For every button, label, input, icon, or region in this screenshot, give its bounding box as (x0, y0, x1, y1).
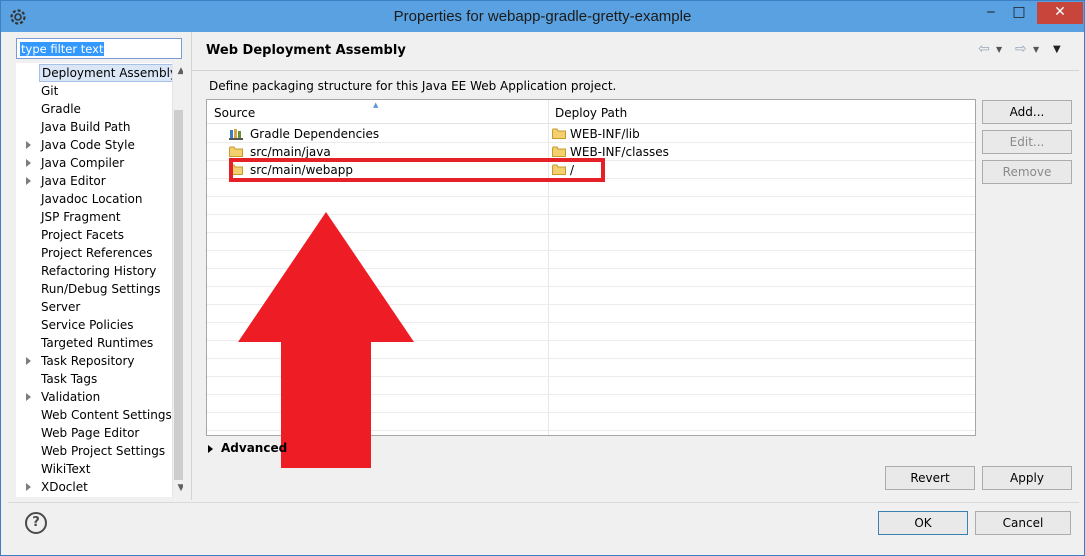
tree-item-label: Java Compiler (41, 156, 125, 170)
table-header: Source ▲ Deploy Path (207, 100, 975, 124)
tree-item-label: Gradle (41, 102, 81, 116)
revert-button[interactable]: Revert (885, 466, 975, 490)
edit-button[interactable]: Edit... (982, 130, 1072, 154)
tree-item-label: Refactoring History (41, 264, 157, 278)
view-menu-icon[interactable]: ▼ (1053, 44, 1061, 55)
tree-item-label: Java Build Path (41, 120, 131, 134)
expand-arrow-icon[interactable] (26, 357, 31, 365)
tree-item-label: Service Policies (41, 318, 134, 332)
ok-button[interactable]: OK (878, 511, 968, 535)
deploy-path-cell: WEB-INF/lib (570, 127, 640, 141)
scroll-down-icon[interactable]: ▼ (174, 480, 183, 497)
expand-triangle-icon[interactable] (208, 445, 213, 453)
tree-item-label: Web Content Settings (41, 408, 172, 422)
footer-divider (8, 502, 1079, 503)
forward-arrow-icon[interactable]: ⇨ (1015, 41, 1027, 57)
close-button[interactable]: ✕ (1037, 2, 1083, 24)
minimize-button[interactable]: ‒ (977, 2, 1005, 24)
tree-item-label: Server (41, 300, 81, 314)
sort-ascending-icon: ▲ (373, 101, 379, 109)
forward-menu-chevron-icon[interactable]: ▼ (1033, 45, 1039, 54)
table-row[interactable]: Gradle Dependencies WEB-INF/lib (207, 125, 975, 143)
tree-item-label: Java Editor (41, 174, 106, 188)
back-menu-chevron-icon[interactable]: ▼ (996, 45, 1002, 54)
source-cell: Gradle Dependencies (250, 127, 380, 141)
tree-item-label: Web Page Editor (41, 426, 140, 440)
maximize-button[interactable]: □ (1005, 2, 1033, 24)
dialog-body: type filter text Deployment Assembly Git G… (8, 32, 1079, 550)
folder-icon (552, 128, 566, 139)
expand-arrow-icon[interactable] (26, 483, 31, 491)
window-title: Properties for webapp-gradle-gretty-exam… (393, 8, 692, 25)
tree-item-label: WikiText (41, 462, 91, 476)
tree-item-label: Git (41, 84, 59, 98)
tree-item-label: Javadoc Location (41, 192, 143, 206)
cancel-button[interactable]: Cancel (975, 511, 1071, 535)
property-page-tree[interactable]: Deployment Assembly Git Gradle Java Build P… (16, 63, 183, 497)
tree-item-label: Task Tags (41, 372, 98, 386)
title-bar[interactable]: Properties for webapp-gradle-gretty-exam… (1, 1, 1084, 32)
properties-dialog: Properties for webapp-gradle-gretty-exam… (0, 0, 1085, 556)
tree-item-label: Validation (41, 390, 101, 404)
expand-arrow-icon[interactable] (26, 159, 31, 167)
back-arrow-icon[interactable]: ⇦ (978, 41, 990, 57)
add-button[interactable]: Add... (982, 100, 1072, 124)
tree-item-label: Project References (41, 246, 153, 260)
panel-divider[interactable] (191, 32, 192, 500)
advanced-section-toggle[interactable]: Advanced (221, 441, 287, 455)
remove-button[interactable]: Remove (982, 160, 1072, 184)
page-description: Define packaging structure for this Java… (209, 79, 617, 93)
filter-text: type filter text (20, 42, 105, 56)
expand-arrow-icon[interactable] (26, 177, 31, 185)
folder-icon (229, 146, 243, 157)
expand-arrow-icon[interactable] (26, 393, 31, 401)
scrollbar-thumb[interactable] (174, 110, 183, 480)
tree-item-label: XDoclet (41, 480, 88, 494)
tree-item-label: JSP Fragment (41, 210, 121, 224)
expand-arrow-icon[interactable] (26, 141, 31, 149)
red-up-arrow-icon (238, 212, 414, 468)
apply-button[interactable]: Apply (982, 466, 1072, 490)
filter-input[interactable]: type filter text (16, 38, 182, 59)
page-title: Web Deployment Assembly (206, 43, 406, 58)
tree-scrollbar[interactable]: ▲ ▼ (172, 63, 183, 497)
header-divider (192, 70, 1079, 71)
scroll-up-icon[interactable]: ▲ (174, 63, 183, 80)
highlight-box (229, 158, 605, 182)
tree-item-label: Project Facets (41, 228, 124, 242)
help-icon[interactable]: ? (25, 512, 47, 534)
folder-icon (552, 146, 566, 157)
column-header-deploy-path[interactable]: Deploy Path (555, 100, 627, 124)
column-header-source[interactable]: Source (214, 100, 255, 124)
tree-item-label: Java Code Style (41, 138, 135, 152)
tree-item-label: Targeted Runtimes (41, 336, 154, 350)
gradle-library-icon (229, 128, 243, 140)
tree-item-label: Deployment Assembly (39, 64, 181, 82)
tree-item-label: Run/Debug Settings (41, 282, 161, 296)
tree-item-label: Task Repository (41, 354, 135, 368)
tree-item-label: Web Project Settings (41, 444, 166, 458)
